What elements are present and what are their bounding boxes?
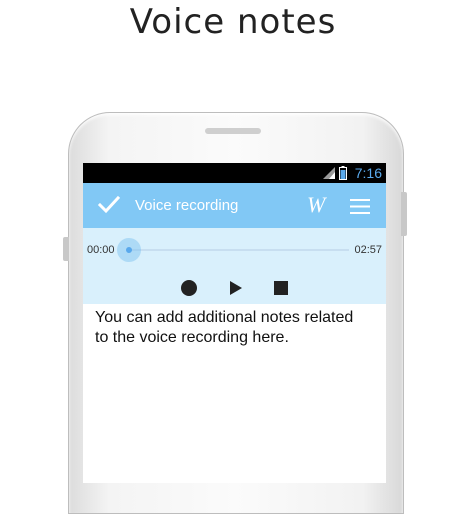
action-bar-title: Voice recording [135, 197, 239, 214]
audio-player: 00:00 02:57 [83, 228, 386, 304]
play-icon[interactable] [224, 277, 246, 299]
notes-textarea[interactable]: You can add additional notes related to … [95, 308, 380, 348]
app-screen: 7:16 Voice recording W 00:00 02:57 You c [83, 163, 386, 483]
w-format-button[interactable]: W [307, 192, 325, 218]
action-bar: Voice recording W [83, 183, 386, 228]
phone-side-button-right [401, 192, 407, 236]
check-icon[interactable] [98, 196, 120, 214]
signal-icon [323, 167, 335, 179]
menu-icon[interactable] [350, 199, 370, 214]
seek-bar[interactable] [117, 238, 349, 262]
promo-title: Voice notes [129, 2, 337, 42]
status-bar: 7:16 [83, 163, 386, 183]
record-icon[interactable] [178, 277, 200, 299]
stop-icon[interactable] [270, 277, 292, 299]
battery-icon [339, 166, 347, 180]
status-time: 7:16 [354, 165, 382, 181]
seek-thumb[interactable] [117, 238, 141, 262]
phone-side-button-left [63, 237, 69, 261]
phone-speaker [205, 128, 261, 134]
current-time: 00:00 [87, 244, 115, 256]
total-time: 02:57 [354, 244, 382, 256]
